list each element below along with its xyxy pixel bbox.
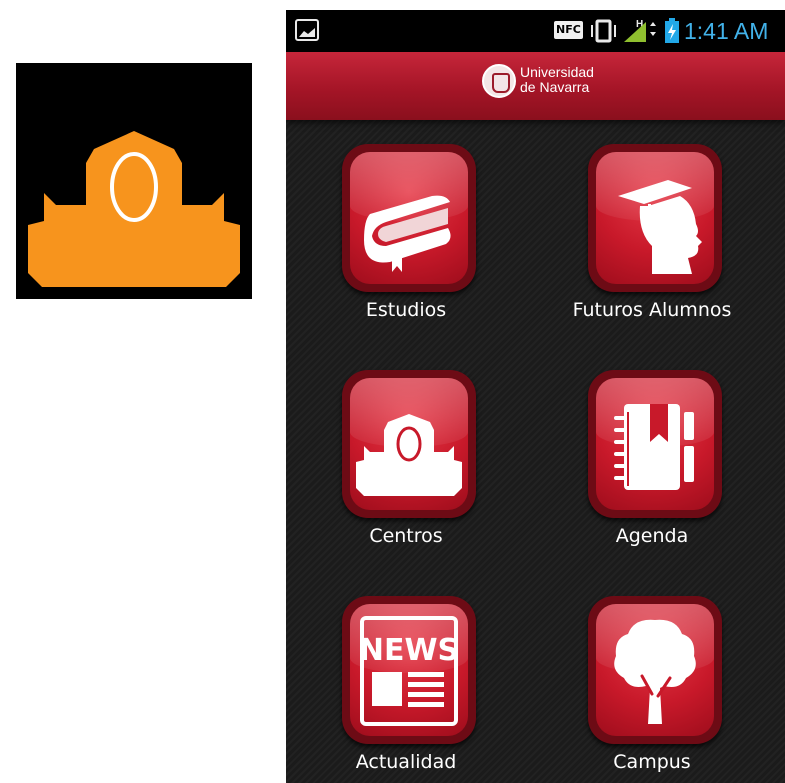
actualidad-tile[interactable]: NEWS <box>342 596 476 744</box>
futuros-alumnos-tile[interactable] <box>588 144 722 292</box>
building-icon <box>356 414 462 496</box>
clock: 1:41 AM <box>684 18 769 44</box>
campus-tile[interactable] <box>588 596 722 744</box>
menu-item-futuros-alumnos[interactable]: Futuros Alumnos <box>532 132 772 358</box>
newspaper-icon: NEWS <box>359 616 459 726</box>
graduate-head-icon <box>618 180 702 274</box>
menu-label-agenda: Agenda <box>615 525 689 547</box>
menu-item-actualidad[interactable]: NEWS Actualidad <box>286 584 526 783</box>
main-menu-grid: Estudios Futuros Alumnos Centros Agenda … <box>286 120 785 783</box>
centros-orange-icon <box>16 63 252 299</box>
menu-item-campus[interactable]: Campus <box>532 584 772 783</box>
app-header: Universidad de Navarra <box>286 52 785 120</box>
agenda-tile[interactable] <box>588 370 722 518</box>
signal-strength-icon: H <box>624 19 656 42</box>
battery-charging-icon <box>665 18 679 43</box>
centros-tile[interactable] <box>342 370 476 518</box>
book-icon <box>364 195 451 272</box>
menu-label-futuros-alumnos: Futuros Alumnos <box>572 299 732 321</box>
estudios-tile[interactable] <box>342 144 476 292</box>
menu-item-centros[interactable]: Centros <box>286 358 526 584</box>
logo-line-2: de Navarra <box>520 79 590 95</box>
menu-label-campus: Campus <box>613 751 691 773</box>
news-icon-text: NEWS <box>359 633 459 668</box>
logo-text: Universidad de Navarra <box>520 65 594 95</box>
university-logo: Universidad de Navarra <box>482 62 612 102</box>
menu-label-estudios: Estudios <box>365 299 447 321</box>
menu-item-estudios[interactable]: Estudios <box>286 132 526 358</box>
image-notification-icon <box>295 19 319 41</box>
tree-icon <box>614 619 696 724</box>
nfc-icon: NFC <box>554 21 583 39</box>
seal-icon <box>482 64 516 98</box>
logo-line-1: Universidad <box>520 64 594 80</box>
phone-screen: NFC H 1:41 AM Universidad de Navarra Est… <box>286 10 785 783</box>
notebook-icon <box>614 404 694 490</box>
vibrate-icon <box>591 19 616 43</box>
menu-item-agenda[interactable]: Agenda <box>532 358 772 584</box>
status-bar: NFC H 1:41 AM <box>286 10 785 52</box>
menu-label-centros: Centros <box>369 525 443 547</box>
menu-label-actualidad: Actualidad <box>355 751 457 773</box>
